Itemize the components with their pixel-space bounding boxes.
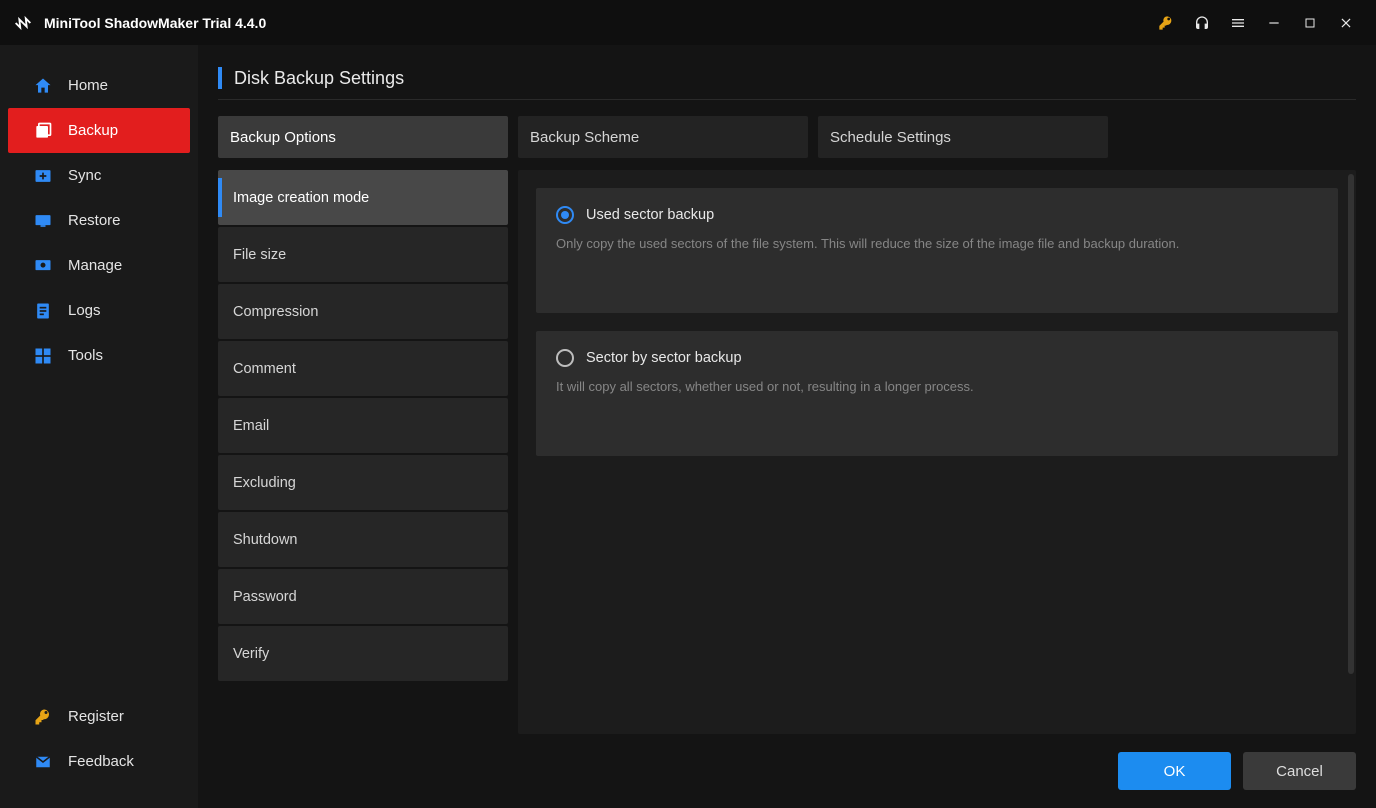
sidebar-item-label: Logs <box>68 302 101 319</box>
menu-icon[interactable] <box>1220 0 1256 45</box>
option-compression[interactable]: Compression <box>218 284 508 339</box>
titlebar: MiniTool ShadowMaker Trial 4.4.0 <box>0 0 1376 45</box>
sidebar-item-home[interactable]: Home <box>8 63 190 108</box>
tab-backup-scheme[interactable]: Backup Scheme <box>518 116 808 158</box>
sync-icon <box>32 165 54 187</box>
minimize-button[interactable] <box>1256 0 1292 45</box>
option-password[interactable]: Password <box>218 569 508 624</box>
sidebar-item-tools[interactable]: Tools <box>8 333 190 378</box>
radio-sector-by-sector-backup[interactable]: Sector by sector backup <box>556 349 1318 367</box>
radio-button-icon <box>556 206 574 224</box>
option-detail-panel: Used sector backup Only copy the used se… <box>518 170 1356 734</box>
logs-icon <box>32 300 54 322</box>
backup-icon <box>32 120 54 142</box>
option-email[interactable]: Email <box>218 398 508 453</box>
radio-card-sector-by-sector: Sector by sector backup It will copy all… <box>536 331 1338 456</box>
home-icon <box>32 75 54 97</box>
options-list: Image creation mode File size Compressio… <box>218 170 508 734</box>
sidebar-item-label: Manage <box>68 257 122 274</box>
radio-description: Only copy the used sectors of the file s… <box>556 234 1318 254</box>
tab-schedule-settings[interactable]: Schedule Settings <box>818 116 1108 158</box>
sidebar-item-label: Feedback <box>68 753 134 770</box>
headphones-icon[interactable] <box>1184 0 1220 45</box>
sidebar-item-feedback[interactable]: Feedback <box>8 739 190 784</box>
header-accent-bar <box>218 67 222 89</box>
key-icon[interactable] <box>1148 0 1184 45</box>
manage-icon <box>32 255 54 277</box>
sidebar-item-sync[interactable]: Sync <box>8 153 190 198</box>
sidebar-item-label: Sync <box>68 167 101 184</box>
option-comment[interactable]: Comment <box>218 341 508 396</box>
sidebar-item-logs[interactable]: Logs <box>8 288 190 333</box>
maximize-button[interactable] <box>1292 0 1328 45</box>
radio-description: It will copy all sectors, whether used o… <box>556 377 1318 397</box>
sidebar-item-label: Tools <box>68 347 103 364</box>
content-area: Disk Backup Settings Backup Options Back… <box>198 45 1376 808</box>
footer-buttons: OK Cancel <box>218 734 1356 790</box>
mail-icon <box>32 751 54 773</box>
key-icon <box>32 706 54 728</box>
radio-used-sector-backup[interactable]: Used sector backup <box>556 206 1318 224</box>
sidebar-item-label: Register <box>68 708 124 725</box>
sidebar-bottom-nav: Register Feedback <box>0 694 198 784</box>
app-title: MiniTool ShadowMaker Trial 4.4.0 <box>44 15 266 31</box>
radio-label: Used sector backup <box>586 207 714 223</box>
ok-button[interactable]: OK <box>1118 752 1231 790</box>
tab-backup-options[interactable]: Backup Options <box>218 116 508 158</box>
sidebar-item-manage[interactable]: Manage <box>8 243 190 288</box>
sidebar-item-restore[interactable]: Restore <box>8 198 190 243</box>
option-shutdown[interactable]: Shutdown <box>218 512 508 567</box>
option-image-creation-mode[interactable]: Image creation mode <box>218 170 508 225</box>
restore-icon <box>32 210 54 232</box>
page-title: Disk Backup Settings <box>234 68 404 89</box>
sidebar-item-backup[interactable]: Backup <box>8 108 190 153</box>
option-excluding[interactable]: Excluding <box>218 455 508 510</box>
app-logo-icon <box>12 12 34 34</box>
cancel-button[interactable]: Cancel <box>1243 752 1356 790</box>
sidebar-item-label: Backup <box>68 122 118 139</box>
sidebar-main-nav: Home Backup Sync Restore Manage Logs <box>0 63 198 378</box>
settings-tabs: Backup Options Backup Scheme Schedule Se… <box>218 116 1356 158</box>
sidebar: Home Backup Sync Restore Manage Logs <box>0 45 198 808</box>
sidebar-item-label: Restore <box>68 212 121 229</box>
radio-label: Sector by sector backup <box>586 350 742 366</box>
scrollbar[interactable] <box>1348 174 1354 674</box>
page-header: Disk Backup Settings <box>218 67 1356 100</box>
tools-icon <box>32 345 54 367</box>
radio-button-icon <box>556 349 574 367</box>
sidebar-item-label: Home <box>68 77 108 94</box>
sidebar-item-register[interactable]: Register <box>8 694 190 739</box>
close-button[interactable] <box>1328 0 1364 45</box>
radio-card-used-sector: Used sector backup Only copy the used se… <box>536 188 1338 313</box>
option-file-size[interactable]: File size <box>218 227 508 282</box>
option-verify[interactable]: Verify <box>218 626 508 681</box>
